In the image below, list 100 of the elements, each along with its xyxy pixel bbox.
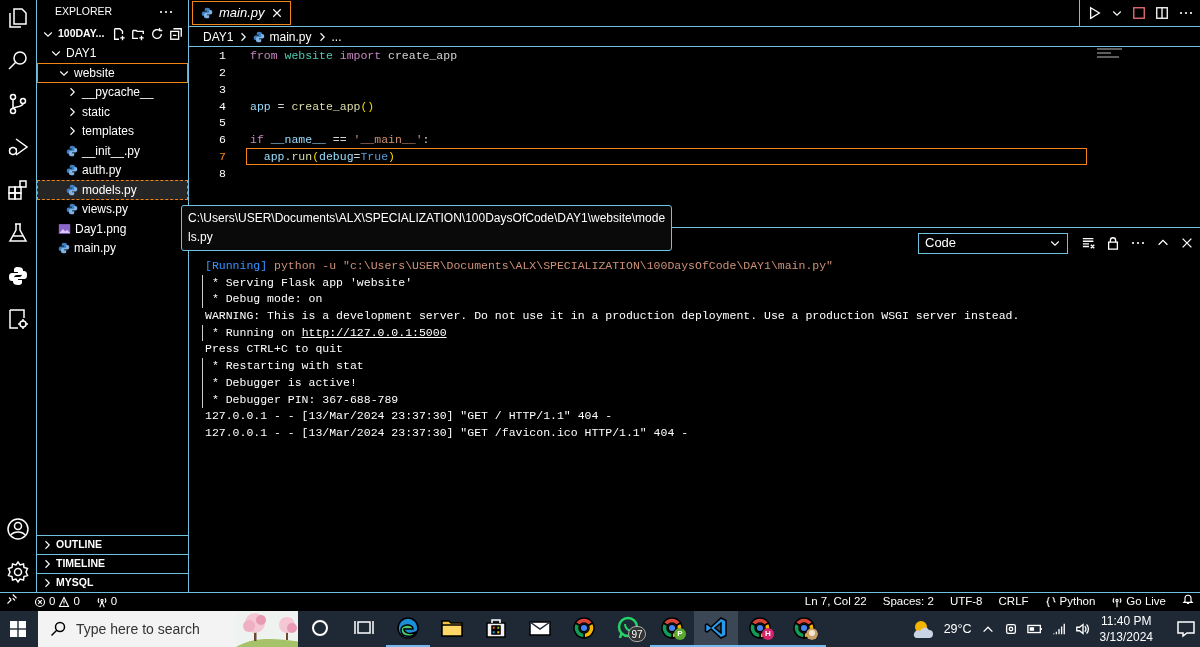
line-number: 4 (218, 98, 226, 115)
section-header[interactable]: MYSQL (37, 573, 188, 592)
status-item[interactable]: CRLF (998, 593, 1029, 611)
line-number: 3 (218, 81, 226, 98)
output-line: * Debugger is active! (202, 374, 1200, 392)
output-line: * Debug mode: on (202, 291, 1200, 309)
taskbar-app[interactable] (694, 611, 738, 647)
tree-item[interactable]: website (37, 63, 188, 83)
notification-count: 97 (628, 626, 646, 642)
python-icon[interactable] (6, 264, 30, 288)
python-file-icon (253, 30, 266, 43)
run-debug-icon[interactable] (6, 135, 30, 159)
braces-icon (1044, 596, 1057, 608)
image-file-icon (58, 222, 71, 235)
battery-icon[interactable] (1026, 622, 1043, 636)
code-editor-icon (704, 616, 728, 640)
output-line: 127.0.0.1 - - [13/Mar/2024 23:37:30] "GET /favicon.ico HTTP/1.1" 404 - (205, 424, 690, 441)
tree-item[interactable]: 100DAY... (37, 24, 188, 44)
explorer-title: EXPLORER (55, 4, 113, 20)
flask-icon[interactable] (6, 221, 30, 245)
output-line: WARNING: This is a development server. Do not use it in a production deployment. Use a production WSGI server instead. (205, 308, 1021, 325)
clear-output-icon[interactable] (1082, 236, 1096, 250)
status-item[interactable]: 0 0 (34, 593, 80, 611)
clock[interactable]: 11:40 PM 3/13/2024 (1099, 613, 1153, 645)
output-channel-dropdown[interactable]: Code (918, 232, 1068, 254)
output-line: 127.0.0.1 - - [13/Mar/2024 23:37:30] "GET / HTTP/1.1" 404 - (205, 408, 614, 425)
tree-item[interactable]: models.py (37, 180, 188, 200)
broadcast-icon (1111, 596, 1124, 608)
extensions-icon[interactable] (6, 178, 30, 202)
remote-icon[interactable] (6, 593, 18, 606)
stop-icon[interactable] (1132, 6, 1146, 20)
tree-item[interactable]: __pycache__ (37, 82, 188, 102)
tree-item[interactable]: templates (37, 121, 188, 141)
signal-icon[interactable] (1051, 622, 1066, 636)
error-icon (34, 596, 46, 608)
search-box[interactable]: Type here to search (38, 611, 298, 647)
tree-item[interactable]: auth.py (37, 160, 188, 180)
run-icon[interactable] (1088, 6, 1102, 20)
breadcrumb-item[interactable]: ... (331, 27, 342, 46)
python-file-icon (66, 203, 78, 216)
new-file-icon[interactable] (112, 26, 127, 41)
volume-icon[interactable] (1074, 622, 1091, 636)
taskbar-app[interactable]: 97 (606, 611, 650, 647)
section-header[interactable]: OUTLINE (37, 535, 188, 554)
refresh-icon[interactable] (150, 26, 165, 41)
breadcrumb-item[interactable]: main.py (269, 27, 312, 46)
notification-icon[interactable] (1176, 620, 1196, 638)
breadcrumb-item[interactable]: DAY1 (203, 27, 234, 46)
path-tooltip: C:\Users\USER\Documents\ALX\SPECIALIZATION\100DaysOfCode\DAY1\website\mode ls.py (181, 205, 673, 251)
line-number: 1 (218, 47, 226, 64)
chrome-icon (572, 616, 596, 640)
editor-tab[interactable]: main.py (192, 1, 291, 25)
bell-icon[interactable] (1182, 593, 1194, 606)
line-number: 8 (218, 166, 226, 183)
output-line: * Restarting with stat (202, 358, 1200, 375)
output-link[interactable]: http://127.0.0.1:5000 (301, 325, 447, 339)
remote-explorer-icon[interactable] (6, 307, 30, 331)
status-item[interactable]: Spaces: 2 (882, 593, 934, 611)
start-icon[interactable] (9, 620, 27, 638)
status-item[interactable]: Go Live (1111, 593, 1166, 611)
python-file-icon (201, 7, 213, 19)
line-number: 6 (218, 132, 226, 149)
tree-item[interactable]: DAY1 (37, 43, 188, 63)
output-line: * Debugger PIN: 367-688-789 (202, 391, 1200, 409)
line-number: 5 (218, 115, 226, 132)
split-editor-icon[interactable] (1155, 6, 1169, 20)
broadcast-icon (95, 596, 108, 608)
section-header[interactable]: TIMELINE (37, 554, 188, 573)
tree-item[interactable]: static (37, 102, 188, 122)
account-icon[interactable] (6, 517, 30, 541)
taskbar-app[interactable]: H (738, 611, 782, 647)
lock-icon[interactable] (1106, 236, 1120, 250)
line-number: 2 (218, 64, 226, 81)
output-line: Press CTRL+C to quit (205, 341, 345, 358)
temperature[interactable]: 29°C (943, 619, 972, 639)
files-icon[interactable] (6, 6, 30, 30)
output-line: * Serving Flask app 'website' (202, 274, 1200, 292)
store-icon (484, 616, 508, 640)
profile-badge: P (674, 628, 686, 640)
profile-badge: H (762, 628, 774, 640)
python-file-icon (66, 144, 78, 157)
close-icon[interactable] (270, 7, 283, 19)
warning-icon (58, 596, 71, 608)
code-line: app = create_app() (249, 98, 376, 115)
search-icon (50, 621, 66, 637)
output-line: * Running on http://127.0.0.1:5000 (202, 324, 1200, 342)
status-item[interactable]: Ln 7, Col 22 (804, 593, 867, 611)
close-icon[interactable] (1180, 236, 1194, 250)
settings-icon[interactable] (6, 560, 30, 584)
status-item[interactable]: Python (1044, 593, 1096, 611)
camera-icon[interactable] (1003, 622, 1018, 636)
search-field[interactable]: Type here to search (76, 618, 236, 640)
edge-icon (396, 616, 420, 640)
status-item[interactable]: 0 (95, 593, 118, 611)
python-file-icon (58, 242, 70, 255)
collapse-all-icon[interactable] (169, 26, 184, 41)
tree-item[interactable]: __init__.py (37, 141, 188, 161)
python-file-icon (66, 183, 78, 196)
status-item[interactable]: UTF-8 (949, 593, 983, 611)
line-number: 7 (218, 149, 226, 166)
